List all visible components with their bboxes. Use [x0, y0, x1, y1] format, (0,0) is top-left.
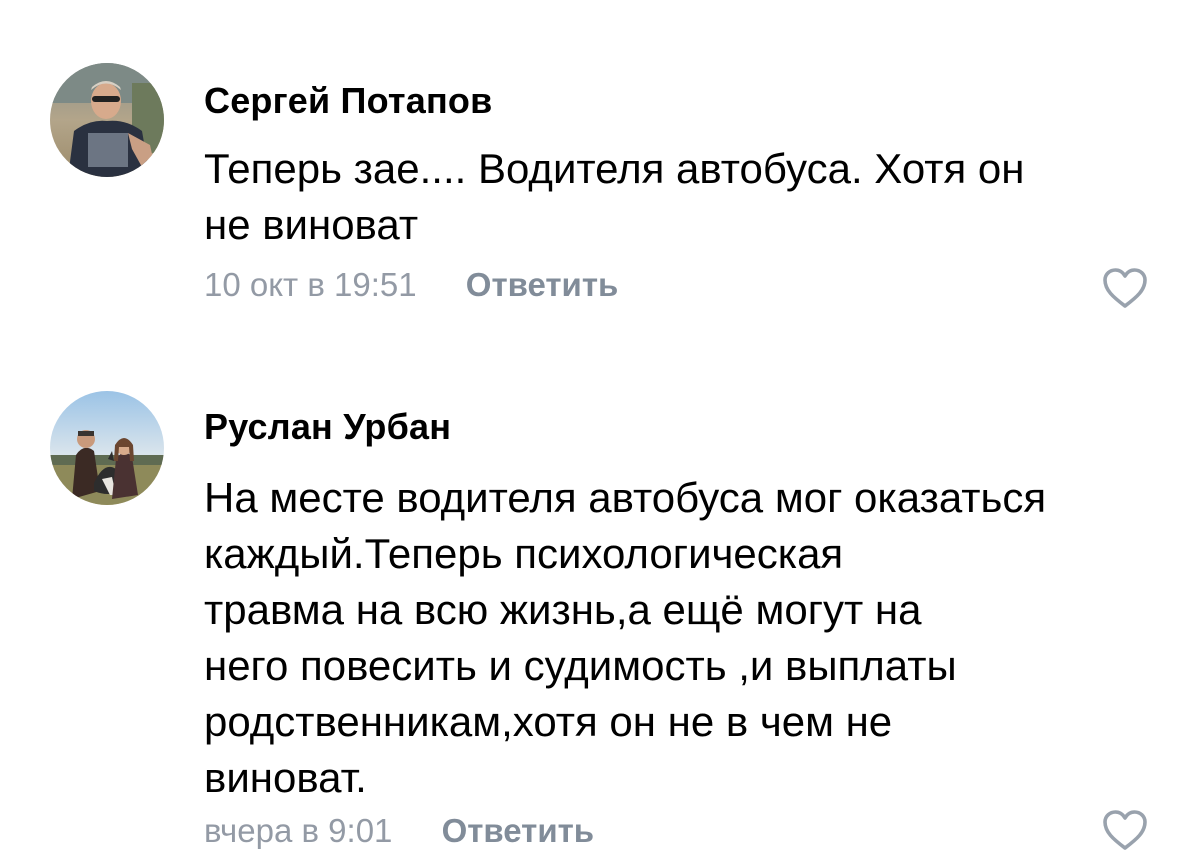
- avatar-photo-sergey: [50, 63, 164, 177]
- reply-button[interactable]: Ответить: [442, 812, 595, 849]
- comment-author[interactable]: Сергей Потапов: [204, 80, 492, 122]
- comment-item: Руслан Урбан На месте водителя автобуса …: [0, 360, 1200, 865]
- heart-outline-icon: [1103, 810, 1147, 850]
- comment-item: Сергей Потапов Теперь зае.... Водителя а…: [0, 0, 1200, 330]
- comment-text-line: не виноват: [204, 201, 419, 248]
- comment-text-line: Теперь зае.... Водителя автобуса. Хотя о…: [204, 145, 1025, 192]
- comment-text-line: На месте водителя автобуса мог оказаться: [204, 474, 1047, 521]
- comment-text-line: родственникам,хотя он не в чем не: [204, 698, 893, 745]
- comment-text: Теперь зае.... Водителя автобуса. Хотя о…: [204, 141, 1164, 253]
- heart-outline-icon: [1103, 268, 1147, 308]
- comment-date[interactable]: вчера в 9:01: [204, 812, 392, 849]
- like-button[interactable]: [1101, 266, 1149, 310]
- avatar-photo-ruslan: [50, 391, 164, 505]
- avatar[interactable]: [50, 63, 164, 177]
- comment-text: На месте водителя автобуса мог оказаться…: [204, 470, 1164, 806]
- comment-text-line: каждый.Теперь психологическая: [204, 530, 844, 577]
- comment-author[interactable]: Руслан Урбан: [204, 406, 451, 448]
- comment-meta: вчера в 9:01 Ответить: [204, 812, 594, 850]
- comment-date[interactable]: 10 окт в 19:51: [204, 266, 417, 303]
- comment-text-line: него повесить и судимость ,и выплаты: [204, 642, 957, 689]
- like-button[interactable]: [1101, 808, 1149, 852]
- reply-button[interactable]: Ответить: [466, 266, 619, 303]
- comment-meta: 10 окт в 19:51 Ответить: [204, 266, 618, 304]
- avatar[interactable]: [50, 391, 164, 505]
- comment-text-line: виноват.: [204, 754, 367, 801]
- comment-text-line: травма на всю жизнь,а ещё могут на: [204, 586, 922, 633]
